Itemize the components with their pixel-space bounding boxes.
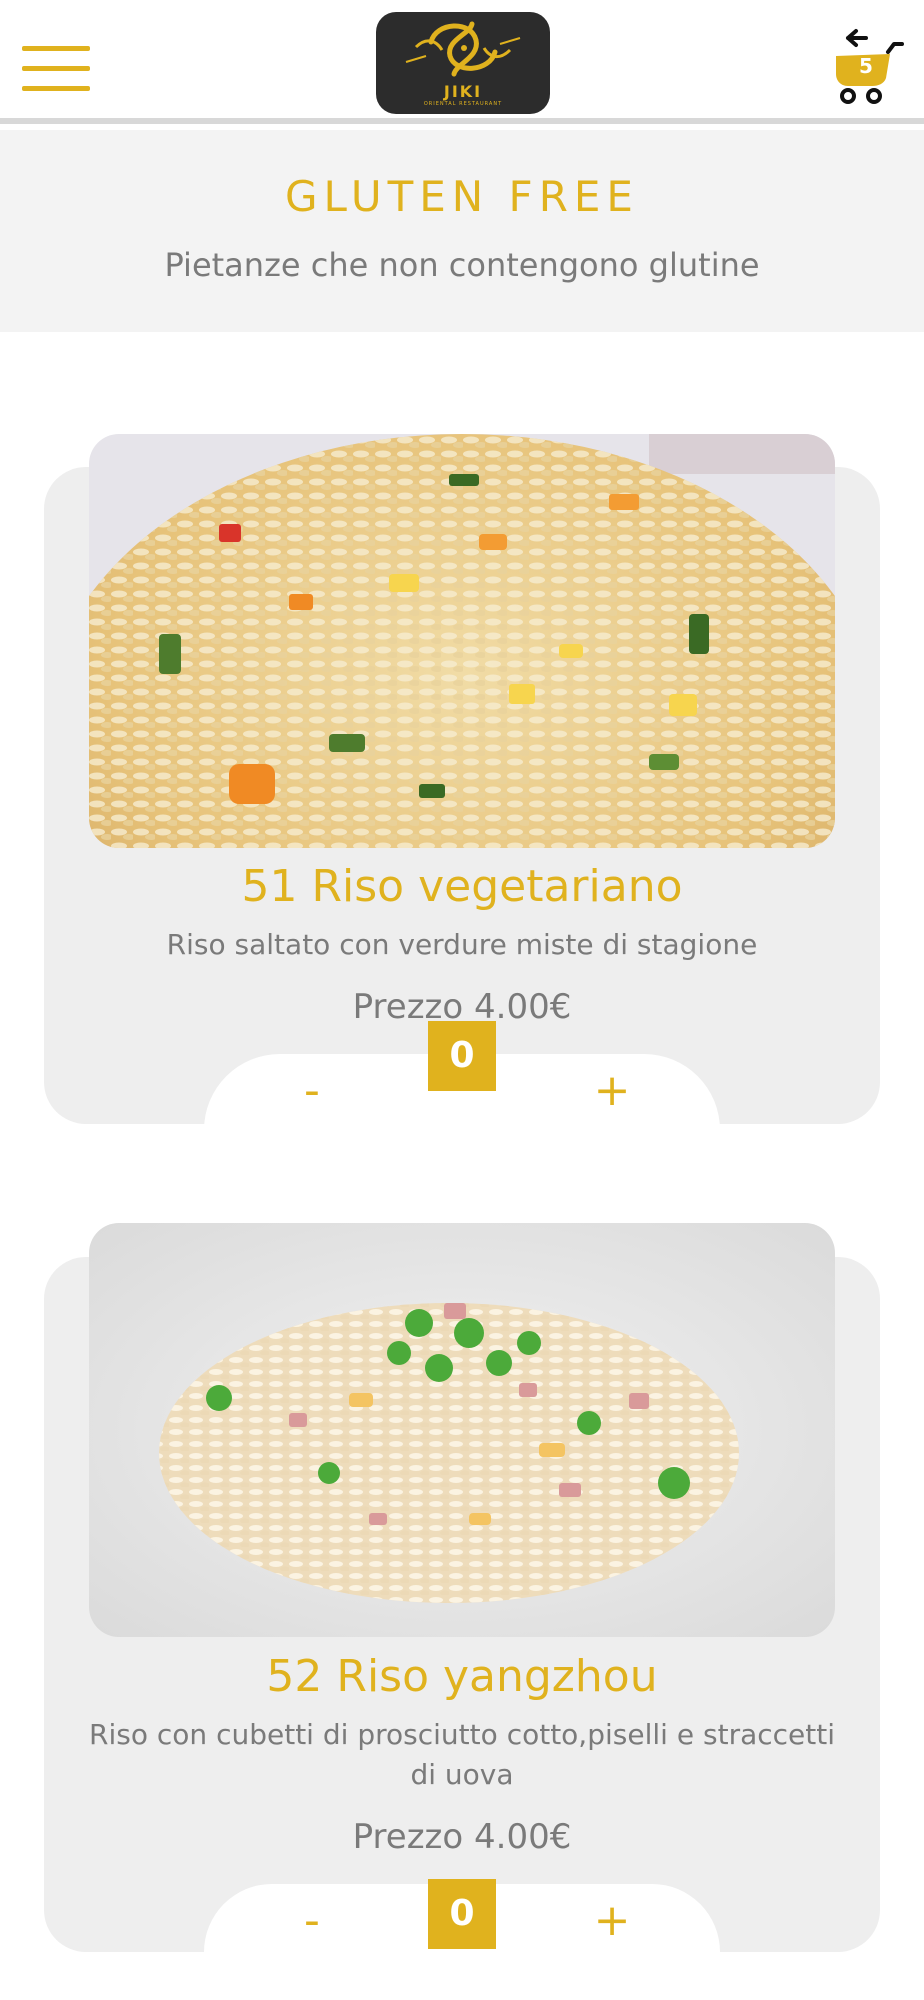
logo-text: JIKI — [443, 82, 483, 101]
increase-quantity-button[interactable]: + — [577, 1888, 647, 1954]
category-banner: GLUTEN FREE Pietanze che non contengono … — [0, 130, 924, 332]
app-header: JIKI ORIENTAL RESTAURANT 5 — [0, 0, 924, 124]
cart-button[interactable]: 5 — [826, 26, 906, 106]
quantity-value: 0 — [428, 1879, 496, 1949]
restaurant-logo[interactable]: JIKI ORIENTAL RESTAURANT — [376, 12, 550, 114]
product-photo-fried-rice[interactable] — [89, 434, 835, 848]
product-card: 51 Riso vegetariano Riso saltato con ver… — [44, 434, 880, 1130]
product-card: 52 Riso yangzhou Riso con cubetti di pro… — [44, 1223, 880, 1954]
category-subtitle: Pietanze che non contengono glutine — [164, 246, 760, 284]
quantity-stepper: - 0 + — [204, 1021, 720, 1130]
product-title: 51 Riso vegetariano — [241, 861, 683, 912]
category-title: GLUTEN FREE — [285, 172, 639, 221]
product-description: Riso con cubetti di prosciutto cotto,pis… — [89, 1718, 835, 1791]
quantity-stepper: - 0 + — [204, 1879, 720, 1954]
cart-count-badge: 5 — [859, 54, 873, 78]
product-description: Riso saltato con verdure miste di stagio… — [166, 928, 758, 961]
logo-subtext: ORIENTAL RESTAURANT — [423, 101, 503, 107]
product-price: Prezzo 4.00€ — [352, 1817, 572, 1857]
increase-quantity-button[interactable]: + — [577, 1058, 647, 1124]
decrease-quantity-button[interactable]: - — [277, 1058, 347, 1124]
decrease-quantity-button[interactable]: - — [277, 1888, 347, 1954]
product-photo-yangzhou-rice[interactable] — [89, 1223, 835, 1637]
hamburger-menu-icon[interactable] — [22, 46, 90, 92]
quantity-value: 0 — [428, 1021, 496, 1091]
product-title: 52 Riso yangzhou — [266, 1651, 658, 1702]
